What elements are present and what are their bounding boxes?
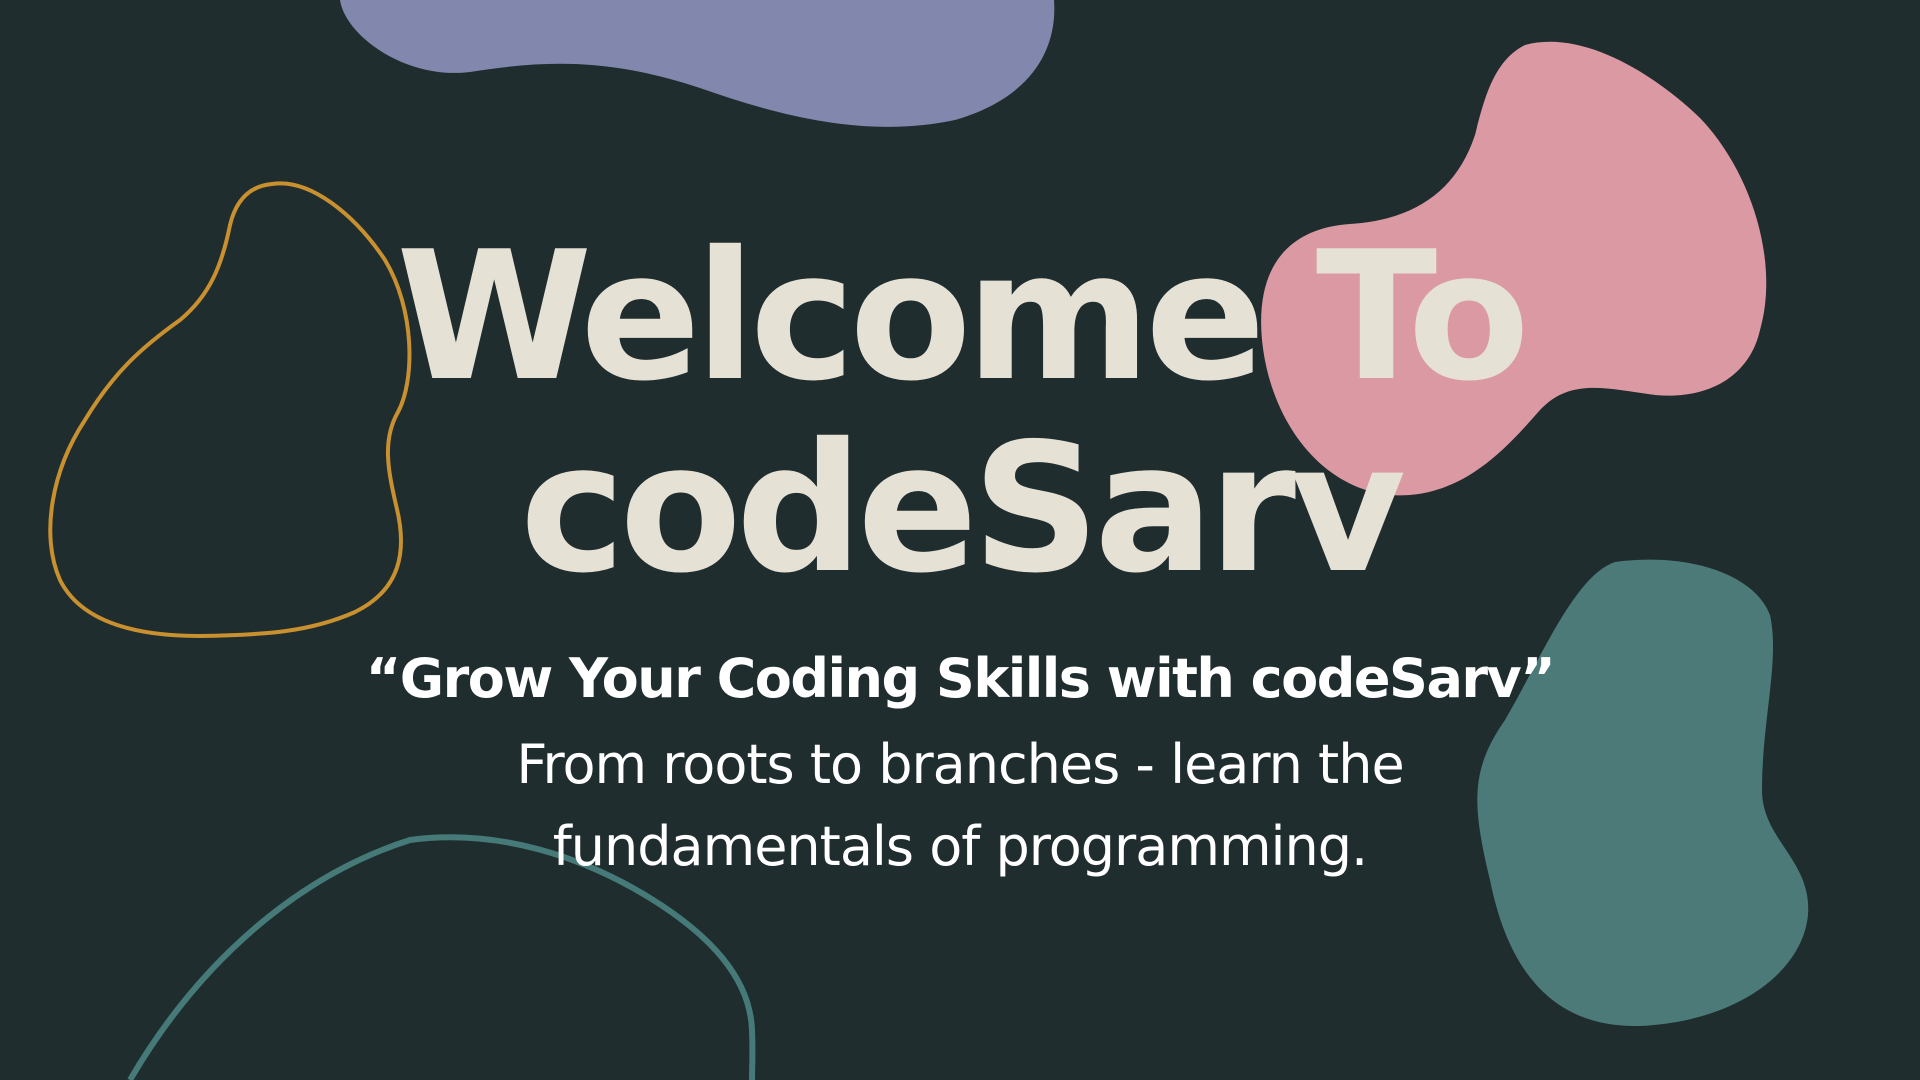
slide-canvas: Welcome To codeSarv “Grow Your Coding Sk… xyxy=(0,0,1920,1080)
title-line-brand: codeSarv xyxy=(519,405,1406,612)
description-line-1: From roots to branches - learn the xyxy=(516,733,1404,796)
description-line-2: fundamentals of programming. xyxy=(552,815,1368,878)
tagline-quote: “Grow Your Coding Skills with codeSarv” xyxy=(365,647,1556,710)
hero-section: Welcome To codeSarv “Grow Your Coding Sk… xyxy=(0,0,1920,1080)
title-line-welcome: Welcome To xyxy=(396,213,1530,420)
